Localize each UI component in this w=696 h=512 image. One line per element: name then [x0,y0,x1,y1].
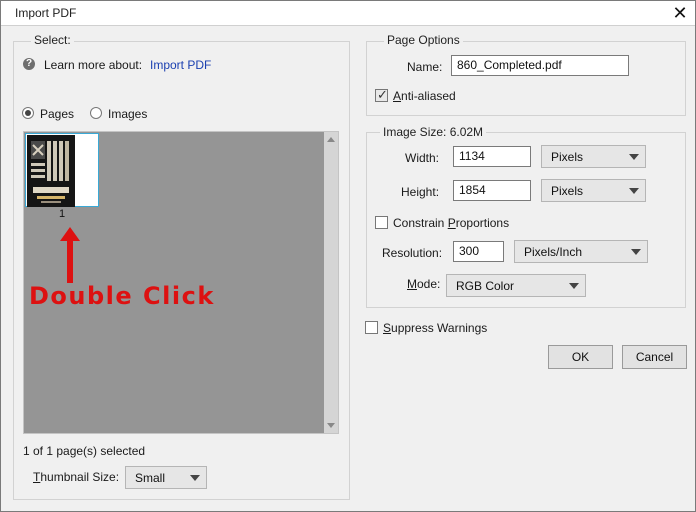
mode-label: Mode: [407,277,440,291]
selection-status: 1 of 1 page(s) selected [23,444,146,458]
width-label: Width: [405,151,440,165]
page-options-group [366,41,686,116]
page-thumbnail[interactable]: 1 [25,133,99,221]
thumbnail-size-label: Thumbnail Size: [33,470,119,484]
anti-aliased-label[interactable]: Anti-aliased [393,89,456,103]
anti-aliased-label-rest: nti-aliased [401,89,456,103]
scroll-down-icon[interactable] [327,423,335,428]
resolution-unit-select[interactable]: Pixels/Inch [514,240,648,263]
window-title: Import PDF [15,6,77,20]
mode-select[interactable]: RGB Color [446,274,586,297]
mode-mnemonic: M [407,277,417,291]
thumbnail-size-label-rest: humbnail Size: [40,470,120,484]
width-unit-select[interactable]: Pixels [541,145,646,168]
double-click-annotation: Double Click [29,282,215,310]
thumbnail-page-number: 1 [58,208,66,220]
image-size-label: Image Size: 6.02M [380,125,487,139]
thumbnail-artwork [27,135,75,207]
page-options-label: Page Options [384,33,463,47]
thumbnail-size-value: Small [135,471,166,485]
flag-artwork-icon [27,135,75,207]
close-icon[interactable]: ✕ [669,2,691,24]
help-icon: ? [23,58,35,70]
chevron-down-icon [190,475,200,481]
anti-aliased-mnemonic: A [393,89,402,103]
red-arrow-up-icon [60,227,80,283]
height-field[interactable]: 1854 [453,180,531,201]
chevron-down-icon [569,283,579,289]
thumbnail-page-image[interactable] [25,133,99,207]
chevron-down-icon [629,188,639,194]
height-label: Height: [401,185,440,199]
constrain-mnemonic: P [447,216,456,230]
height-unit-select[interactable]: Pixels [541,179,646,202]
name-field[interactable]: 860_Completed.pdf [451,55,629,76]
images-radio-label[interactable]: Images [108,107,147,121]
constrain-label-post: roportions [455,216,510,230]
mode-label-rest: ode: [417,277,441,291]
height-unit-value: Pixels [551,184,584,198]
constrain-proportions-label[interactable]: Constrain Proportions [393,216,509,230]
scroll-up-icon[interactable] [327,137,335,142]
constrain-label-pre: Constrain [393,216,448,230]
thumbnail-scrollbar[interactable] [324,132,338,433]
chevron-down-icon [631,249,641,255]
thumbnail-size-select[interactable]: Small [125,466,207,489]
suppress-label-rest: uppress Warnings [391,321,488,335]
title-bar: Import PDF ✕ [1,1,695,26]
resolution-label: Resolution: [382,246,443,260]
pages-radio-label[interactable]: Pages [40,107,74,121]
chevron-down-icon [629,154,639,160]
suppress-mnemonic: S [383,321,392,335]
suppress-warnings-label[interactable]: Suppress Warnings [383,321,487,335]
import-pdf-link[interactable]: Import PDF [150,58,211,72]
width-field[interactable]: 1134 [453,146,531,167]
constrain-proportions-checkbox[interactable] [375,216,388,229]
mode-value: RGB Color [456,279,515,293]
cancel-button[interactable]: Cancel [622,345,687,369]
select-group-label: Select: [31,33,74,47]
resolution-field[interactable]: 300 [453,241,504,262]
anti-aliased-checkbox[interactable] [375,87,388,103]
suppress-warnings-checkbox[interactable] [365,321,378,334]
learn-more-text: Learn more about: [44,58,143,72]
pages-radio[interactable] [22,107,34,119]
width-unit-value: Pixels [551,150,584,164]
images-radio[interactable] [90,107,102,119]
name-label: Name: [407,60,443,74]
resolution-unit-value: Pixels/Inch [524,245,583,259]
import-pdf-dialog: Import PDF ✕ Select: ? Learn more about:… [0,0,696,512]
ok-button[interactable]: OK [548,345,613,369]
